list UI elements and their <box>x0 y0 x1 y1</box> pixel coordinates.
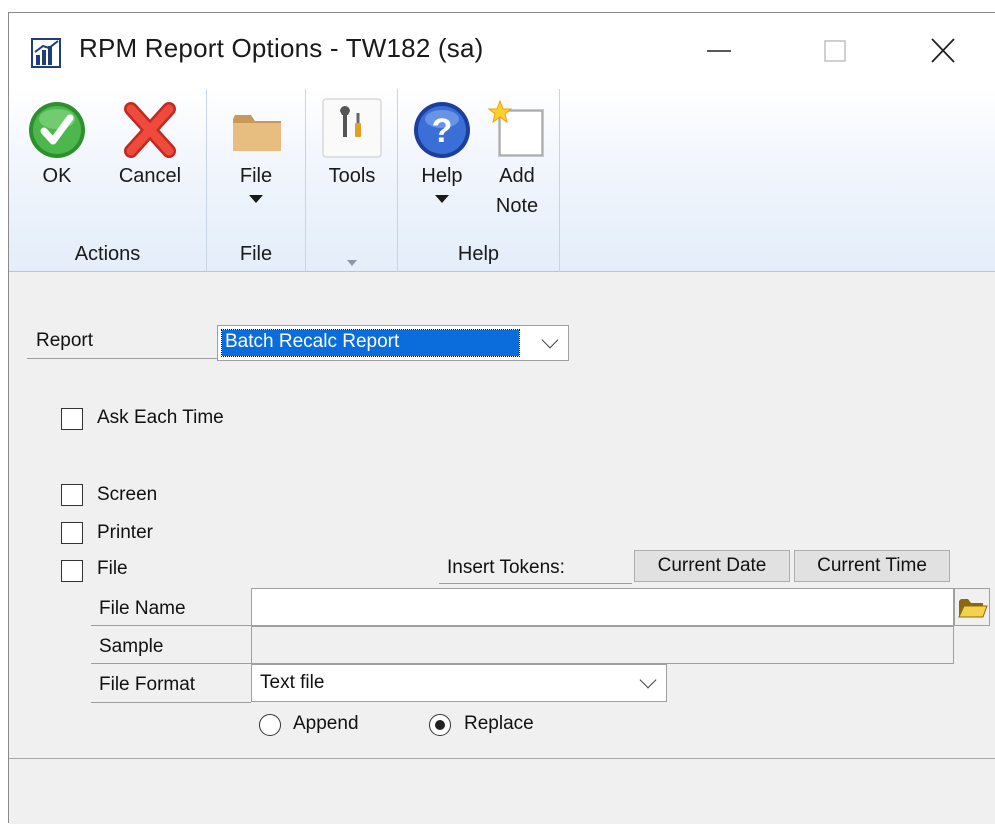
report-options-window: RPM Report Options - TW182 (sa) OK Cance… <box>8 12 995 824</box>
close-button[interactable] <box>917 31 967 71</box>
file-group-label: File <box>239 243 273 265</box>
help-question-icon: ? <box>414 102 470 158</box>
file-format-selected-value: Text file <box>260 672 325 693</box>
insert-tokens-label: Insert Tokens: <box>447 557 565 578</box>
report-options-form: Report Batch Recalc Report Ask Each Time… <box>9 272 995 824</box>
file-name-divider <box>91 625 251 626</box>
check-circle-icon <box>29 102 85 158</box>
add-note-button[interactable]: Add Note <box>482 99 552 221</box>
chevron-down-icon <box>639 671 657 689</box>
note-star-icon <box>487 99 544 157</box>
append-label: Append <box>293 713 359 734</box>
report-label: Report <box>36 330 94 351</box>
tools-group-expander[interactable] <box>306 248 397 266</box>
report-label-divider <box>27 358 217 359</box>
cancel-label: Cancel <box>118 165 182 187</box>
append-radio[interactable] <box>259 714 281 736</box>
ok-label: OK <box>42 165 72 187</box>
svg-text:?: ? <box>432 112 453 150</box>
report-select[interactable]: Batch Recalc Report <box>217 325 569 361</box>
maximize-button[interactable] <box>809 31 859 71</box>
window-title: RPM Report Options - TW182 (sa) <box>79 33 484 63</box>
help-button[interactable]: ? Help <box>408 99 476 203</box>
add-note-label-line2: Note <box>495 195 539 217</box>
file-name-input[interactable] <box>251 588 954 626</box>
ask-each-time-label: Ask Each Time <box>97 407 224 428</box>
actions-group-label: Actions <box>74 243 141 265</box>
ask-each-time-checkbox[interactable] <box>61 408 83 430</box>
file-format-label: File Format <box>99 674 196 695</box>
replace-radio[interactable] <box>429 714 451 736</box>
ok-button[interactable]: OK <box>21 99 93 191</box>
file-group: File File <box>207 89 306 272</box>
browse-file-button[interactable] <box>954 588 990 626</box>
file-menu-button[interactable]: File <box>217 99 295 203</box>
red-x-icon <box>124 102 176 158</box>
replace-label: Replace <box>464 713 534 734</box>
tools-group: Tools <box>306 89 398 272</box>
report-selected-value: Batch Recalc Report <box>221 329 520 357</box>
current-time-button[interactable]: Current Time <box>794 550 950 582</box>
cancel-button[interactable]: Cancel <box>109 99 191 191</box>
folder-icon <box>233 115 281 151</box>
file-menu-label: File <box>239 165 273 187</box>
help-group: ? Help Add Note Help <box>398 89 560 272</box>
sample-label: Sample <box>99 636 164 657</box>
file-checkbox[interactable] <box>61 560 83 582</box>
minimize-button[interactable] <box>694 31 744 71</box>
file-format-select[interactable]: Text file <box>251 664 667 702</box>
screen-checkbox[interactable] <box>61 484 83 506</box>
tools-button[interactable]: Tools <box>316 97 388 191</box>
sample-field <box>251 626 954 664</box>
sample-divider <box>91 663 251 664</box>
chart-bar-icon <box>31 38 61 68</box>
file-format-divider <box>91 702 251 703</box>
help-group-label: Help <box>457 243 500 265</box>
tools-label: Tools <box>328 165 376 187</box>
chevron-down-icon <box>249 195 263 203</box>
file-label: File <box>97 558 128 579</box>
chevron-down-icon <box>346 260 357 266</box>
screen-label: Screen <box>97 484 158 505</box>
tools-icon <box>322 98 382 158</box>
insert-tokens-divider <box>439 583 632 584</box>
folder-open-icon <box>958 599 988 618</box>
actions-group: OK Cancel Actions <box>9 89 207 272</box>
chevron-down-icon <box>541 331 559 349</box>
printer-checkbox[interactable] <box>61 522 83 544</box>
ribbon-toolbar: OK Cancel Actions File File Tools ? Help… <box>9 89 995 272</box>
current-date-button[interactable]: Current Date <box>634 550 790 582</box>
title-bar: RPM Report Options - TW182 (sa) <box>9 13 995 89</box>
help-label: Help <box>421 165 463 187</box>
printer-label: Printer <box>97 522 153 543</box>
add-note-label-line1: Add <box>499 165 535 187</box>
footer-divider <box>9 758 995 759</box>
chevron-down-icon <box>435 195 449 203</box>
file-name-label: File Name <box>99 598 186 619</box>
